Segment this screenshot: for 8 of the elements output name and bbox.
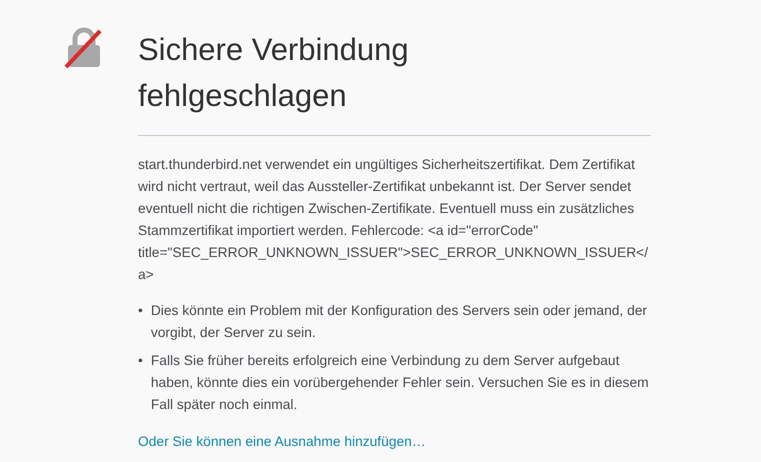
hint-text: Falls Sie früher bereits erfolgreich eine Verbindung zu dem Server aufgebaut haben, könnte dies ein vorübergehender Fehler sein. Versuchen Sie es in diesem Fall später noch einmal.	[150, 352, 650, 414]
bullet: •	[138, 352, 143, 370]
add-exception-link[interactable]: Oder Sie können eine Ausnahme hinzufügen…	[138, 432, 426, 452]
error-description: start.thunderbird.net verwendet ein ungültiges Sicherheitszertifikat. Dem Zertifikat wird nicht vertraut, weil das Aussteller-Zertifikat unbekannt ist. Der Server sendet eventuell nicht die richtigen Zwischen-Zertifikate. Eventuell muss ein zusätzliches Stammzertifikat importiert werden. Fehlercode: <a id="errorCode" title="SEC_ERROR_UNKNOWN_ISSUER">SEC_ERROR_UNKNOWN_ISSUER</a>	[138, 156, 650, 284]
lock-crossed-icon	[64, 27, 104, 69]
page-title: Sichere Verbindung fehlgeschlagen	[138, 31, 410, 115]
bullet: •	[138, 302, 143, 320]
hint-text: Dies könnte ein Problem mit der Konfiguration des Servers sein oder jemand, der vorgibt, der Server zu sein.	[150, 302, 648, 342]
